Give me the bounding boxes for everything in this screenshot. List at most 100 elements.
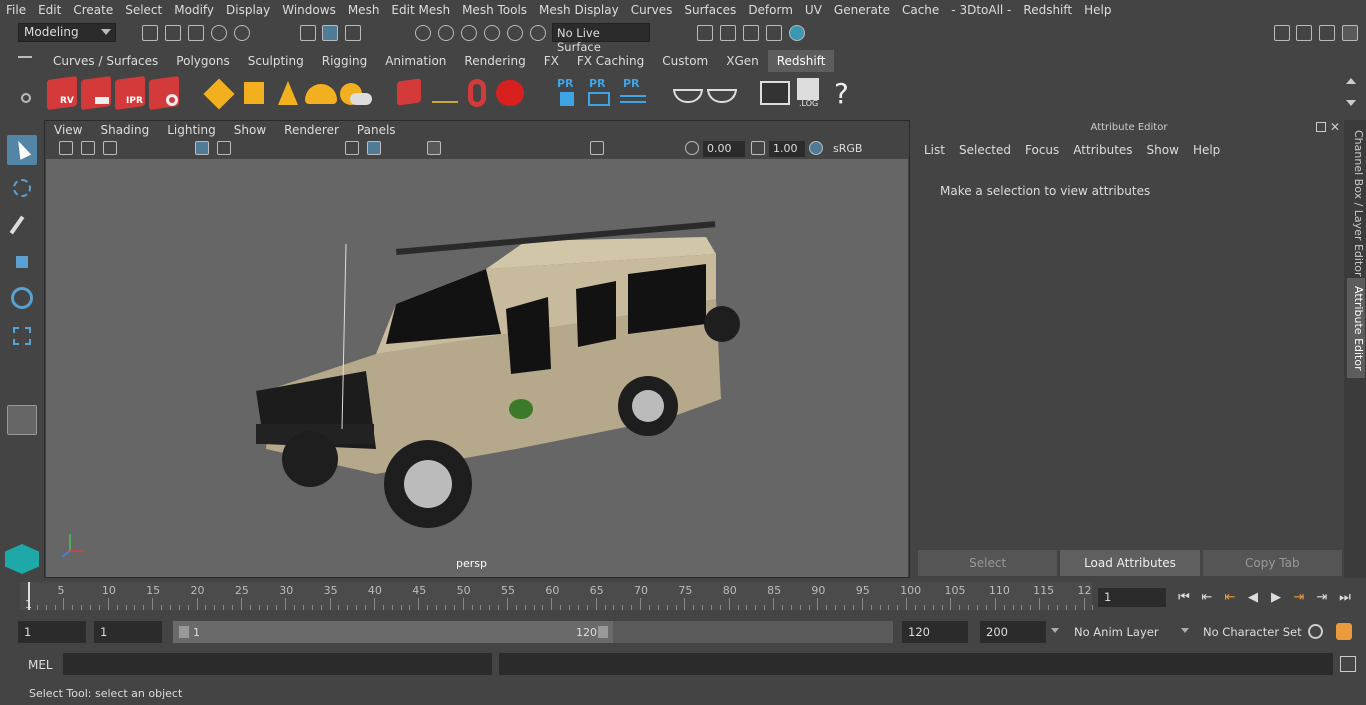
current-frame-field[interactable]: 1 — [1098, 588, 1166, 607]
redshift-script-button[interactable] — [759, 77, 791, 109]
redshift-material-button[interactable] — [671, 77, 703, 109]
menu-item[interactable]: Help — [1078, 3, 1117, 17]
attribute-editor-menu-item[interactable]: Show — [1147, 143, 1186, 157]
render-frame-icon[interactable] — [720, 25, 736, 41]
isolate-select-icon[interactable] — [590, 141, 604, 155]
menu-item[interactable]: Edit — [32, 3, 67, 17]
gamma-field[interactable]: 1.00 — [769, 141, 805, 157]
shelf-tab[interactable]: Custom — [653, 50, 717, 72]
redshift-sun-button[interactable] — [338, 77, 372, 109]
xray-icon[interactable] — [427, 141, 441, 155]
paint-select-tool-icon[interactable] — [7, 209, 37, 239]
viewport-menu-item[interactable]: Panels — [348, 123, 405, 137]
grid-toggle-icon[interactable] — [195, 141, 209, 155]
open-scene-icon[interactable] — [165, 25, 181, 41]
ipr-button[interactable]: IPR — [114, 75, 146, 111]
step-forward-key-icon[interactable]: ⇥ — [1314, 590, 1330, 606]
shelf-scroll-up-icon[interactable] — [1346, 78, 1356, 84]
redshift-mesh-light-button[interactable] — [394, 77, 426, 109]
menu-item[interactable]: Display — [220, 3, 276, 17]
playback-end-field[interactable]: 120 — [902, 621, 968, 643]
attribute-editor-menu-item[interactable]: Attributes — [1073, 143, 1139, 157]
redshift-dome-light-button[interactable] — [304, 77, 337, 109]
gamma-icon[interactable] — [751, 141, 765, 155]
anim-layer-dropdown[interactable]: No Anim Layer — [1074, 625, 1159, 639]
shelf-tab[interactable]: Rigging — [313, 50, 376, 72]
select-button[interactable]: Select — [918, 550, 1058, 576]
menu-item[interactable]: Modify — [168, 3, 220, 17]
play-forwards-icon[interactable]: ▶ — [1268, 590, 1284, 606]
command-input[interactable] — [63, 653, 492, 675]
toggle-ui-icon[interactable] — [1342, 25, 1358, 41]
attribute-editor-menu-item[interactable]: List — [924, 143, 952, 157]
render-view-button[interactable]: RV — [46, 75, 78, 111]
make-live-icon[interactable] — [530, 25, 546, 41]
snap-live-icon[interactable] — [507, 25, 523, 41]
viewport-menu-item[interactable]: Shading — [91, 123, 158, 137]
select-by-object-icon[interactable] — [322, 25, 338, 41]
scene-start-field[interactable]: 1 — [18, 621, 86, 643]
menu-item[interactable]: UV — [799, 3, 828, 17]
step-back-frame-icon[interactable]: ⇤ — [1222, 590, 1238, 606]
script-editor-icon[interactable] — [1340, 656, 1356, 672]
hypershade-icon[interactable] — [789, 25, 805, 41]
menu-item[interactable]: Mesh Display — [533, 3, 625, 17]
redshift-help-button[interactable]: ? — [830, 77, 862, 110]
menu-item[interactable]: Deform — [742, 3, 799, 17]
shelf-tab[interactable]: Polygons — [167, 50, 238, 72]
current-time-indicator[interactable] — [28, 582, 30, 610]
shelf-tab[interactable]: FX — [535, 50, 568, 72]
select-by-hierarchy-icon[interactable] — [300, 25, 316, 41]
wireframe-icon[interactable] — [345, 141, 359, 155]
tab-channel-box[interactable]: Channel Box / Layer Editor — [1347, 130, 1365, 277]
render-options-button[interactable] — [148, 75, 180, 111]
redshift-grid-button[interactable] — [238, 77, 270, 109]
select-tool-icon[interactable] — [7, 135, 37, 165]
move-tool-icon[interactable] — [7, 247, 37, 277]
scale-tool-icon[interactable] — [7, 321, 37, 351]
shelf-tab[interactable]: Animation — [376, 50, 455, 72]
range-slider[interactable]: 1 120 — [173, 621, 893, 643]
redshift-log-button[interactable]: .LOG — [793, 77, 825, 109]
camera-attributes-icon[interactable] — [81, 141, 95, 155]
tab-attribute-editor[interactable]: Attribute Editor — [1347, 278, 1365, 378]
menu-item[interactable]: Surfaces — [678, 3, 742, 17]
save-scene-icon[interactable] — [188, 25, 204, 41]
shelf-tab[interactable]: XGen — [717, 50, 768, 72]
menu-item[interactable]: Mesh — [342, 3, 386, 17]
show-manipulator-icon[interactable] — [7, 405, 37, 435]
menu-item[interactable]: File — [0, 3, 32, 17]
snap-curve-icon[interactable] — [438, 25, 454, 41]
perspective-viewport[interactable]: persp — [46, 159, 908, 577]
mode-selector[interactable]: Modeling — [18, 23, 116, 42]
viewport-menu-item[interactable]: Lighting — [158, 123, 225, 137]
shelf-menu-icon[interactable] — [18, 56, 32, 58]
render-history-icon[interactable] — [697, 25, 713, 41]
load-attributes-button[interactable]: Load Attributes — [1060, 550, 1200, 576]
menu-item[interactable]: - 3DtoAll - — [945, 3, 1017, 17]
ipr-render-icon[interactable] — [743, 25, 759, 41]
anim-preferences-icon[interactable] — [1336, 623, 1352, 640]
redshift-shader-button[interactable] — [705, 77, 737, 109]
redshift-hair-button[interactable] — [428, 77, 460, 109]
redshift-light-button[interactable] — [272, 77, 304, 109]
menu-item[interactable]: Windows — [276, 3, 342, 17]
film-gate-icon[interactable] — [217, 141, 231, 155]
shelf-settings-gear-icon[interactable] — [21, 93, 31, 103]
exposure-field[interactable]: 0.00 — [703, 141, 745, 157]
chevron-down-icon[interactable] — [1051, 628, 1059, 633]
layout-outliner-icon[interactable] — [7, 480, 37, 506]
copy-tab-button[interactable]: Copy Tab — [1202, 550, 1342, 576]
close-icon[interactable]: ✕ — [1330, 120, 1340, 134]
attribute-editor-menu-item[interactable]: Help — [1193, 143, 1227, 157]
redshift-proxy-button[interactable] — [203, 77, 236, 110]
colorspace-field[interactable]: sRGB gamma — [829, 141, 907, 168]
render-sequence-button[interactable] — [80, 75, 112, 111]
snap-grid-icon[interactable] — [415, 25, 431, 41]
color-management-icon[interactable] — [809, 141, 823, 155]
redo-icon[interactable] — [234, 25, 250, 41]
pr-swap-button[interactable]: PR — [617, 77, 649, 109]
shelf-tab[interactable]: Sculpting — [239, 50, 313, 72]
mel-label[interactable]: MEL — [28, 658, 53, 672]
scene-end-field[interactable]: 200 — [980, 621, 1046, 643]
